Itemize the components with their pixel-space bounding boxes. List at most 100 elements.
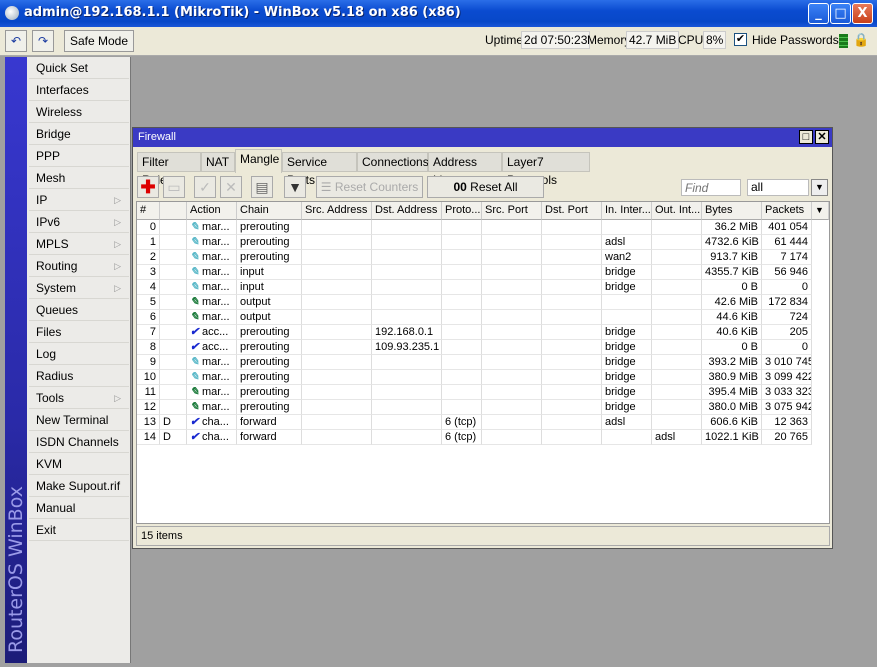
sidebar-item-make-supout-rif[interactable]: Make Supout.rif bbox=[29, 475, 129, 497]
sidebar-item-manual[interactable]: Manual bbox=[29, 497, 129, 519]
comment-icon[interactable]: ▤ bbox=[251, 176, 273, 198]
column-header[interactable]: Bytes bbox=[702, 202, 762, 220]
tab-mangle[interactable]: Mangle bbox=[235, 149, 282, 173]
column-header[interactable]: Out. Int... bbox=[652, 202, 702, 220]
table-row[interactable]: 4 ✎ mar... input bridge 0 B0 bbox=[137, 280, 829, 295]
column-header[interactable]: In. Inter... bbox=[602, 202, 652, 220]
sidebar-item-new-terminal[interactable]: New Terminal bbox=[29, 409, 129, 431]
column-header[interactable]: Dst. Port bbox=[542, 202, 602, 220]
column-menu-icon[interactable]: ▼ bbox=[812, 202, 829, 220]
tab-connections[interactable]: Connections bbox=[357, 152, 429, 172]
table-row[interactable]: 11 ✎ mar... prerouting bridge 395.4 MiB 3 033 … bbox=[137, 385, 829, 400]
sidebar-item-kvm[interactable]: KVM bbox=[29, 453, 129, 475]
dropdown-arrow-icon[interactable]: ▼ bbox=[811, 179, 828, 196]
table-row[interactable]: 8 ✔ acc... prerouting 109.93.235.1 bridge 0 B0 bbox=[137, 340, 829, 355]
sidebar-item-isdn-channels[interactable]: ISDN Channels bbox=[29, 431, 129, 453]
table-row[interactable]: 3 ✎ mar... input bridge 4355.7 KiB 56 946 bbox=[137, 265, 829, 280]
cell-out-int bbox=[652, 385, 702, 400]
cell-text: prerouting bbox=[240, 326, 290, 338]
sidebar-item-ppp[interactable]: PPP bbox=[29, 145, 129, 167]
column-header[interactable]: Packets bbox=[762, 202, 812, 220]
table-row[interactable]: 14 D ✔ cha... forward 6 (tcp) adsl 1022.1 KiB 20… bbox=[137, 430, 829, 445]
sidebar-item-mesh[interactable]: Mesh bbox=[29, 167, 129, 189]
sidebar-item-ip[interactable]: IP ▷ bbox=[29, 189, 129, 211]
sidebar-item-quick-set[interactable]: Quick Set bbox=[29, 57, 129, 79]
close-button[interactable]: X bbox=[852, 3, 873, 24]
sidebar-item-ipv6[interactable]: IPv6 ▷ bbox=[29, 211, 129, 233]
enable-icon[interactable]: ✓ bbox=[194, 176, 216, 198]
cell-dst-address bbox=[372, 355, 442, 370]
sidebar-item-tools[interactable]: Tools ▷ bbox=[29, 387, 129, 409]
column-header[interactable] bbox=[160, 202, 187, 220]
undo-button[interactable]: ↶ bbox=[5, 30, 27, 52]
column-header[interactable]: Chain bbox=[237, 202, 302, 220]
sidebar-menu: Quick Set Interfaces Wireless Bridge PPP Mesh… bbox=[27, 57, 131, 663]
close-window-button[interactable]: ✕ bbox=[815, 130, 829, 144]
cell-dst-port bbox=[542, 400, 602, 415]
filter-select[interactable]: all bbox=[747, 179, 809, 196]
sidebar-item-wireless[interactable]: Wireless bbox=[29, 101, 129, 123]
cell-chain: prerouting bbox=[237, 400, 302, 415]
table-row[interactable]: 9 ✎ mar... prerouting bridge 393.2 MiB 3 010 7… bbox=[137, 355, 829, 370]
column-header[interactable]: Action bbox=[187, 202, 237, 220]
cell-text: input bbox=[240, 281, 264, 293]
find-input[interactable] bbox=[681, 179, 741, 196]
cell-dst-address bbox=[372, 220, 442, 235]
reset-counters-button[interactable]: ☰ Reset Counters bbox=[316, 176, 423, 198]
add-icon[interactable]: ✚ bbox=[137, 176, 159, 198]
sidebar-item-files[interactable]: Files bbox=[29, 321, 129, 343]
column-header[interactable]: Proto... bbox=[442, 202, 482, 220]
cell-proto: 6 (tcp) bbox=[442, 415, 482, 430]
sidebar-item-bridge[interactable]: Bridge bbox=[29, 123, 129, 145]
tab-address-lists[interactable]: Address Lists bbox=[428, 152, 502, 187]
firewall-title-bar[interactable]: Firewall □ ✕ bbox=[133, 128, 832, 147]
column-header[interactable]: # bbox=[137, 202, 160, 220]
tab-nat[interactable]: NAT bbox=[201, 152, 235, 172]
cell-flags bbox=[160, 355, 187, 370]
disable-icon[interactable]: ✕ bbox=[220, 176, 242, 198]
cell-src-port bbox=[482, 340, 542, 355]
hide-passwords-checkbox[interactable]: ✔ bbox=[734, 33, 747, 46]
sidebar-item-label: New Terminal bbox=[36, 413, 109, 427]
sidebar-item-radius[interactable]: Radius bbox=[29, 365, 129, 387]
cell-proto bbox=[442, 340, 482, 355]
sidebar-item-log[interactable]: Log bbox=[29, 343, 129, 365]
table-row[interactable]: 12 ✎ mar... prerouting bridge 380.0 MiB 3 075 … bbox=[137, 400, 829, 415]
maximize-button[interactable]: □ bbox=[830, 3, 851, 24]
sidebar-item-queues[interactable]: Queues bbox=[29, 299, 129, 321]
submenu-arrow-icon: ▷ bbox=[114, 393, 121, 403]
filter-icon[interactable]: ▼ bbox=[284, 176, 306, 198]
cell-bytes: 42.6 MiB bbox=[702, 295, 762, 310]
column-header[interactable]: Src. Address bbox=[302, 202, 372, 220]
sidebar-item-routing[interactable]: Routing ▷ bbox=[29, 255, 129, 277]
reset-all-counters-button[interactable]: 00 Reset All Counters bbox=[427, 176, 544, 214]
column-header[interactable]: Dst. Address bbox=[372, 202, 442, 220]
table-row[interactable]: 13 D ✔ cha... forward 6 (tcp) adsl 606.6 KiB 12 … bbox=[137, 415, 829, 430]
sidebar-item-mpls[interactable]: MPLS ▷ bbox=[29, 233, 129, 255]
safe-mode-button[interactable]: Safe Mode bbox=[64, 30, 134, 52]
restore-button[interactable]: □ bbox=[799, 130, 813, 144]
connection-status-icon bbox=[839, 34, 848, 48]
table-row[interactable]: 6 ✎ mar... output 44.6 KiB 724 bbox=[137, 310, 829, 325]
sidebar-item-system[interactable]: System ▷ bbox=[29, 277, 129, 299]
cell-text: 4 bbox=[149, 281, 156, 293]
remove-icon[interactable]: ▭ bbox=[163, 176, 185, 198]
sidebar-item-interfaces[interactable]: Interfaces bbox=[29, 79, 129, 101]
table-row[interactable]: 5 ✎ mar... output 42.6 MiB 172 834 bbox=[137, 295, 829, 310]
table-row[interactable]: 1 ✎ mar... prerouting adsl 4732.6 KiB 61 444 bbox=[137, 235, 829, 250]
redo-button[interactable]: ↷ bbox=[32, 30, 54, 52]
cell-text: mar... bbox=[202, 386, 230, 398]
sidebar-item-exit[interactable]: Exit bbox=[29, 519, 129, 541]
table-row[interactable]: 10 ✎ mar... prerouting bridge 380.9 MiB 3 099 … bbox=[137, 370, 829, 385]
column-header[interactable]: Src. Port bbox=[482, 202, 542, 220]
tab-layer7-protocols[interactable]: Layer7 Protocols bbox=[502, 152, 590, 187]
table-row[interactable]: 0 ✎ mar... prerouting 36.2 MiB 401 054 bbox=[137, 220, 829, 235]
table-row[interactable]: 2 ✎ mar... prerouting wan2 913.7 KiB 7 174 bbox=[137, 250, 829, 265]
tab-filter-rules[interactable]: Filter Rules bbox=[137, 152, 201, 187]
minimize-button[interactable]: _ bbox=[808, 3, 829, 24]
table-row[interactable]: 7 ✔ acc... prerouting 192.168.0.1 bridge 40.6 … bbox=[137, 325, 829, 340]
cell-flags bbox=[160, 325, 187, 340]
cell-text: 44.6 KiB bbox=[716, 311, 758, 323]
cell-in-inter: wan2 bbox=[602, 250, 652, 265]
tab-service-ports[interactable]: Service Ports bbox=[282, 152, 357, 187]
